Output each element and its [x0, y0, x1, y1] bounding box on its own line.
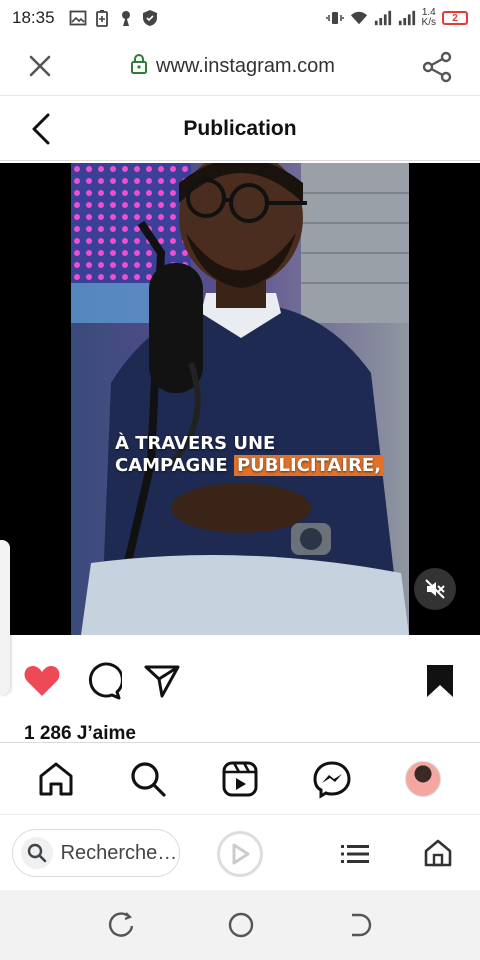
- bookmark-filled-icon: [427, 665, 453, 697]
- send-icon: [144, 665, 180, 698]
- search-icon[interactable]: [128, 759, 168, 799]
- messenger-icon[interactable]: [312, 759, 352, 799]
- net-speed: 1.4 K/s: [422, 8, 436, 28]
- comment-icon: [88, 662, 124, 700]
- home-circle-icon[interactable]: [226, 910, 256, 940]
- share-post-button[interactable]: [142, 661, 182, 701]
- page-title: Publication: [183, 117, 297, 140]
- signal-icon: [374, 9, 392, 27]
- vibrate-icon: [325, 9, 344, 27]
- url-display[interactable]: www.instagram.com: [130, 54, 335, 79]
- lock-icon: [130, 54, 148, 79]
- signal-icon: [398, 9, 416, 27]
- caption-line-2: CAMPAGNE PUBLICITAIRE,: [115, 455, 385, 477]
- share-icon[interactable]: [420, 50, 454, 84]
- video-caption: À TRAVERS UNE CAMPAGNE PUBLICITAIRE,: [115, 433, 385, 477]
- caption-plain: CAMPAGNE: [115, 455, 228, 476]
- video-still-image: [71, 163, 409, 635]
- status-icons-left: [69, 9, 159, 27]
- comment-button[interactable]: [82, 661, 124, 701]
- search-icon: [21, 837, 53, 869]
- shield-icon: [141, 9, 159, 27]
- mute-button[interactable]: [414, 568, 456, 610]
- list-icon[interactable]: [340, 841, 370, 867]
- browser-bottom-bar: Rechercher...: [0, 814, 480, 890]
- status-time: 18:35: [12, 8, 55, 27]
- android-nav-bar: [0, 890, 480, 960]
- reels-icon[interactable]: [220, 759, 260, 799]
- like-button[interactable]: [22, 661, 62, 701]
- profile-avatar[interactable]: [405, 761, 441, 797]
- keyhole-icon: [117, 9, 135, 27]
- heart-filled-icon: [24, 666, 60, 696]
- video-frame[interactable]: À TRAVERS UNE CAMPAGNE PUBLICITAIRE,: [71, 163, 409, 635]
- search-placeholder: Rechercher...: [60, 841, 179, 864]
- status-icons-right: 1.4 K/s 2: [325, 8, 468, 28]
- battery-saver-icon: [93, 9, 111, 27]
- back-icon[interactable]: [346, 910, 376, 940]
- close-icon[interactable]: [24, 50, 56, 82]
- save-button[interactable]: [420, 661, 460, 701]
- browser-search-input[interactable]: Rechercher...: [12, 829, 180, 877]
- url-text: www.instagram.com: [156, 55, 335, 77]
- caption-highlight: PUBLICITAIRE,: [233, 455, 385, 476]
- instagram-bottom-nav: [0, 742, 480, 814]
- post-header: Publication: [0, 97, 480, 161]
- video-player[interactable]: À TRAVERS UNE CAMPAGNE PUBLICITAIRE,: [0, 163, 480, 635]
- net-speed-unit: K/s: [421, 17, 436, 28]
- status-bar: 18:35 1.4 K/s 2: [0, 0, 480, 36]
- volume-muted-icon: [425, 579, 445, 599]
- post-actions: [0, 655, 480, 710]
- wifi-icon: [350, 9, 368, 27]
- play-icon[interactable]: [217, 831, 263, 877]
- caption-line-1: À TRAVERS UNE: [115, 433, 276, 454]
- home-icon[interactable]: [422, 837, 454, 869]
- home-icon[interactable]: [36, 759, 76, 799]
- gallery-icon: [69, 9, 87, 27]
- recent-apps-icon[interactable]: [106, 910, 136, 940]
- browser-url-bar: www.instagram.com: [0, 36, 480, 96]
- battery-indicator: 2: [442, 11, 468, 25]
